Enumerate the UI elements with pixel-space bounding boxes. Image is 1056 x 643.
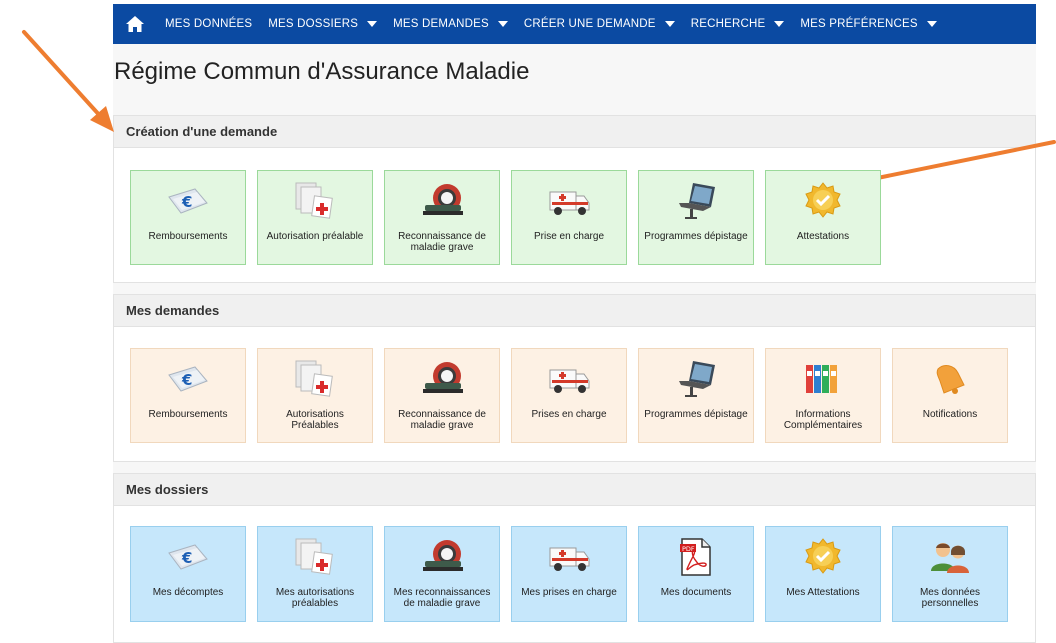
euro-icon: €: [165, 537, 211, 577]
tile-label: Reconnaissance de maladie grave: [398, 409, 486, 431]
documents-icon: [293, 181, 337, 221]
tile-label: Mes Attestations: [786, 587, 860, 598]
tile-mes-reconnaissances-de-maladie-grave[interactable]: Mes reconnaissances de maladie grave: [384, 526, 500, 622]
tile-mes-documents[interactable]: PDF Mes documents: [638, 526, 754, 622]
euro-icon: €: [165, 181, 211, 221]
tile-attestations[interactable]: Attestations: [765, 170, 881, 265]
chevron-down-icon: [774, 21, 785, 27]
tile-label: Programmes dépistage: [644, 409, 748, 420]
tile-reconnaissance-de-maladie-grave[interactable]: Reconnaissance de maladie grave: [384, 348, 500, 443]
scanner-icon: [419, 359, 465, 399]
tile-label: Reconnaissance de maladie grave: [398, 231, 486, 253]
svg-text:€: €: [181, 193, 192, 211]
tile-label: Attestations: [796, 231, 850, 242]
chevron-down-icon: [664, 21, 675, 27]
tile-autorisation-prealable[interactable]: Autorisation préalable: [257, 170, 373, 265]
tile-label: Notifications: [922, 409, 978, 420]
tile-label: Mes documents: [660, 587, 732, 598]
tile-label: Prise en charge: [533, 231, 605, 242]
tile-mes-donnees-personnelles[interactable]: Mes données personnelles: [892, 526, 1008, 622]
ambulance-icon: [546, 359, 592, 399]
laptop-icon: [673, 181, 719, 221]
top-nav: MES DONNÉES MES DOSSIERS MES DEMANDES CR…: [113, 4, 1036, 44]
scanner-icon: [419, 537, 465, 577]
nav-label: MES PRÉFÉRENCES: [800, 18, 918, 30]
laptop-icon: [673, 359, 719, 399]
tile-mes-decomptes[interactable]: € Mes décomptes: [130, 526, 246, 622]
annotation-arrow-left: [22, 30, 114, 132]
tile-prise-en-charge[interactable]: Prise en charge: [511, 170, 627, 265]
tile-notifications[interactable]: Notifications: [892, 348, 1008, 443]
tile-informations-complementaires[interactable]: Informations Complémentaires: [765, 348, 881, 443]
tile-label: Informations Complémentaires: [783, 409, 863, 431]
chevron-down-icon: [926, 21, 937, 27]
documents-icon: [293, 537, 337, 577]
nav-mes-preferences[interactable]: MES PRÉFÉRENCES: [792, 4, 944, 44]
nav-label: MES DEMANDES: [393, 18, 489, 30]
home-icon: [126, 16, 144, 32]
nav-recherche[interactable]: RECHERCHE: [683, 4, 793, 44]
tile-prises-en-charge[interactable]: Prises en charge: [511, 348, 627, 443]
page-title: Régime Commun d'Assurance Maladie: [114, 58, 530, 85]
tile-label: Mes autorisations préalables: [275, 587, 355, 609]
tile-reconnaissance-de-maladie-grave[interactable]: Reconnaissance de maladie grave: [384, 170, 500, 265]
documents-icon: [293, 359, 337, 399]
tile-remboursements[interactable]: € Remboursements: [130, 348, 246, 443]
tile-mes-attestations[interactable]: Mes Attestations: [765, 526, 881, 622]
ambulance-icon: [546, 181, 592, 221]
pdf-icon: PDF: [678, 537, 714, 577]
euro-icon: €: [165, 359, 211, 399]
nav-label: MES DONNÉES: [165, 18, 253, 30]
tile-autorisations-prealables[interactable]: Autorisations Préalables: [257, 348, 373, 443]
nav-creer-demande[interactable]: CRÉER UNE DEMANDE: [516, 4, 683, 44]
nav-label: CRÉER UNE DEMANDE: [523, 18, 656, 30]
section-title: Mes dossiers: [114, 474, 1035, 506]
tile-programmes-depistage[interactable]: Programmes dépistage: [638, 170, 754, 265]
ambulance-icon: [546, 537, 592, 577]
svg-text:€: €: [181, 371, 192, 389]
tile-label: Mes prises en charge: [521, 587, 617, 598]
tile-label: Mes décomptes: [152, 587, 224, 598]
bell-icon: [930, 359, 970, 399]
tile-label: Autorisation préalable: [266, 231, 364, 242]
badge-icon: [803, 181, 843, 221]
tile-programmes-depistage[interactable]: Programmes dépistage: [638, 348, 754, 443]
tile-label: Autorisations Préalables: [286, 409, 344, 431]
nav-label: MES DOSSIERS: [268, 18, 359, 30]
tile-label: Mes reconnaissances de maladie grave: [393, 587, 491, 609]
section-title: Mes demandes: [114, 295, 1035, 327]
scanner-icon: [419, 181, 465, 221]
chevron-down-icon: [497, 21, 508, 27]
badge-icon: [803, 537, 843, 577]
tile-label: Remboursements: [148, 231, 228, 242]
tile-label: Programmes dépistage: [644, 231, 748, 242]
users-icon: [928, 537, 972, 577]
svg-text:€: €: [181, 549, 192, 567]
tile-mes-autorisations-prealables[interactable]: Mes autorisations préalables: [257, 526, 373, 622]
tile-label: Prises en charge: [531, 409, 607, 420]
tile-label: Mes données personnelles: [919, 587, 981, 609]
binders-icon: [803, 359, 843, 399]
nav-mes-donnees[interactable]: MES DONNÉES: [157, 4, 260, 44]
nav-mes-demandes[interactable]: MES DEMANDES: [385, 4, 516, 44]
chevron-down-icon: [367, 21, 378, 27]
nav-mes-dossiers[interactable]: MES DOSSIERS: [260, 4, 385, 44]
tile-label: Remboursements: [148, 409, 228, 420]
tile-remboursements[interactable]: € Remboursements: [130, 170, 246, 265]
nav-label: RECHERCHE: [690, 18, 766, 30]
tile-mes-prises-en-charge[interactable]: Mes prises en charge: [511, 526, 627, 622]
